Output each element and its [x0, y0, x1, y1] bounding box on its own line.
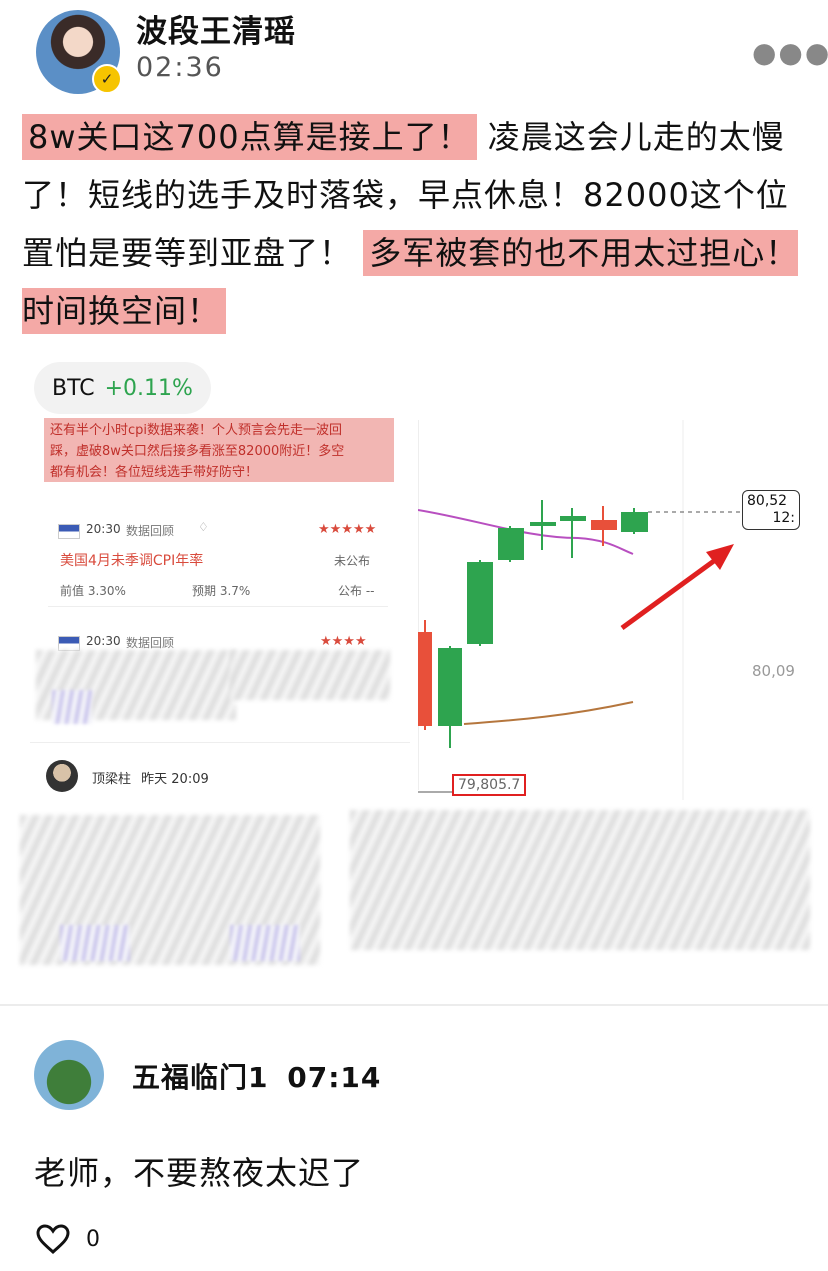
event-tag: 数据回顾 [126, 636, 175, 650]
banner-line: 都有机会！各位短线选手带好防守！ [50, 465, 259, 480]
ma-line-purple [418, 509, 634, 555]
like-count: 0 [86, 1226, 100, 1252]
comment-author-name[interactable]: 五福临门1 [132, 1061, 268, 1094]
event-time: 20:30 [86, 522, 121, 536]
post-time: 02:36 [136, 52, 224, 83]
candle-up [467, 562, 493, 644]
event-time: 20:30 [86, 634, 121, 648]
low-price-label: 79,805.7 [452, 774, 527, 796]
comment-text: 老师，不要熬夜太迟了 [34, 1154, 365, 1192]
importance-stars: ★★★★ [320, 634, 367, 649]
event-tag: 数据回顾 [126, 524, 175, 538]
commenter-time: 昨天 20:09 [141, 772, 209, 787]
trend-arrow [620, 555, 720, 631]
current-price: 80,52 [747, 493, 788, 509]
event-forecast: 预期 3.7% [192, 584, 251, 598]
price-level: 80,09 [752, 662, 795, 680]
heart-icon[interactable] [36, 1224, 70, 1254]
embedded-commenter: 顶梁柱 昨天 20:09 [92, 768, 209, 787]
comment-author: 五福临门1 07:14 [132, 1056, 381, 1096]
post-text-highlight-1: 8w关口这700点算是接上了！ [22, 114, 477, 160]
redacted-area [350, 810, 810, 950]
ma-line-brown [463, 701, 634, 725]
candle-down [591, 520, 617, 530]
ticker-change: +0.11% [104, 375, 193, 401]
current-price-sub: 12: [772, 510, 795, 526]
embedded-banner: 还有半个小时cpi数据来袭！个人预言会先走一波回 踩，虚破8w关口然后接多看涨至… [44, 418, 394, 482]
more-options-icon[interactable]: ●●● [752, 36, 828, 69]
price-chart [418, 420, 743, 800]
candle-up [438, 648, 462, 726]
banner-line: 还有半个小时cpi数据来袭！个人预言会先走一波回 [50, 423, 343, 438]
event-status: 未公布 [334, 554, 371, 568]
candle-down [418, 632, 432, 726]
candle-up [560, 516, 586, 521]
post-body: 8w关口这700点算是接上了！ 凌晨这会儿走的太慢了！短线的选手及时落袋，早点休… [22, 108, 812, 340]
author-name[interactable]: 波段王清瑶 [136, 6, 296, 51]
divider [30, 742, 410, 743]
bell-icon[interactable]: ♢ [198, 520, 209, 534]
redacted-area [230, 650, 390, 700]
importance-stars: ★★★★★ [318, 522, 377, 537]
like-button[interactable]: 0 [36, 1224, 100, 1254]
candle-up [621, 512, 648, 532]
commenter-name: 顶梁柱 [92, 772, 132, 787]
candle-up [530, 522, 556, 526]
redacted-area [230, 925, 300, 961]
comment-time: 07:14 [287, 1061, 382, 1094]
ticker-symbol: BTC [52, 375, 95, 401]
banner-line: 踩，虚破8w关口然后接多看涨至82000附近！多空 [50, 444, 345, 459]
event-actual: 公布 -- [338, 584, 375, 598]
section-divider [0, 1004, 828, 1006]
commenter-avatar [46, 760, 78, 792]
commenter-avatar[interactable] [34, 1040, 104, 1110]
event-title: 美国4月未季调CPI年率 [60, 553, 204, 569]
ticker-tag[interactable]: BTC +0.11% [34, 362, 211, 414]
candle-up [498, 528, 524, 560]
event-prev: 前值 3.30% [60, 584, 126, 598]
event-divider [48, 606, 388, 607]
us-flag-icon [58, 524, 80, 539]
verified-badge-icon: ✓ [92, 64, 122, 94]
redacted-area [60, 925, 130, 961]
redacted-area [52, 690, 92, 724]
current-price-label: 80,52 12: [742, 490, 800, 530]
us-flag-icon [58, 636, 80, 651]
